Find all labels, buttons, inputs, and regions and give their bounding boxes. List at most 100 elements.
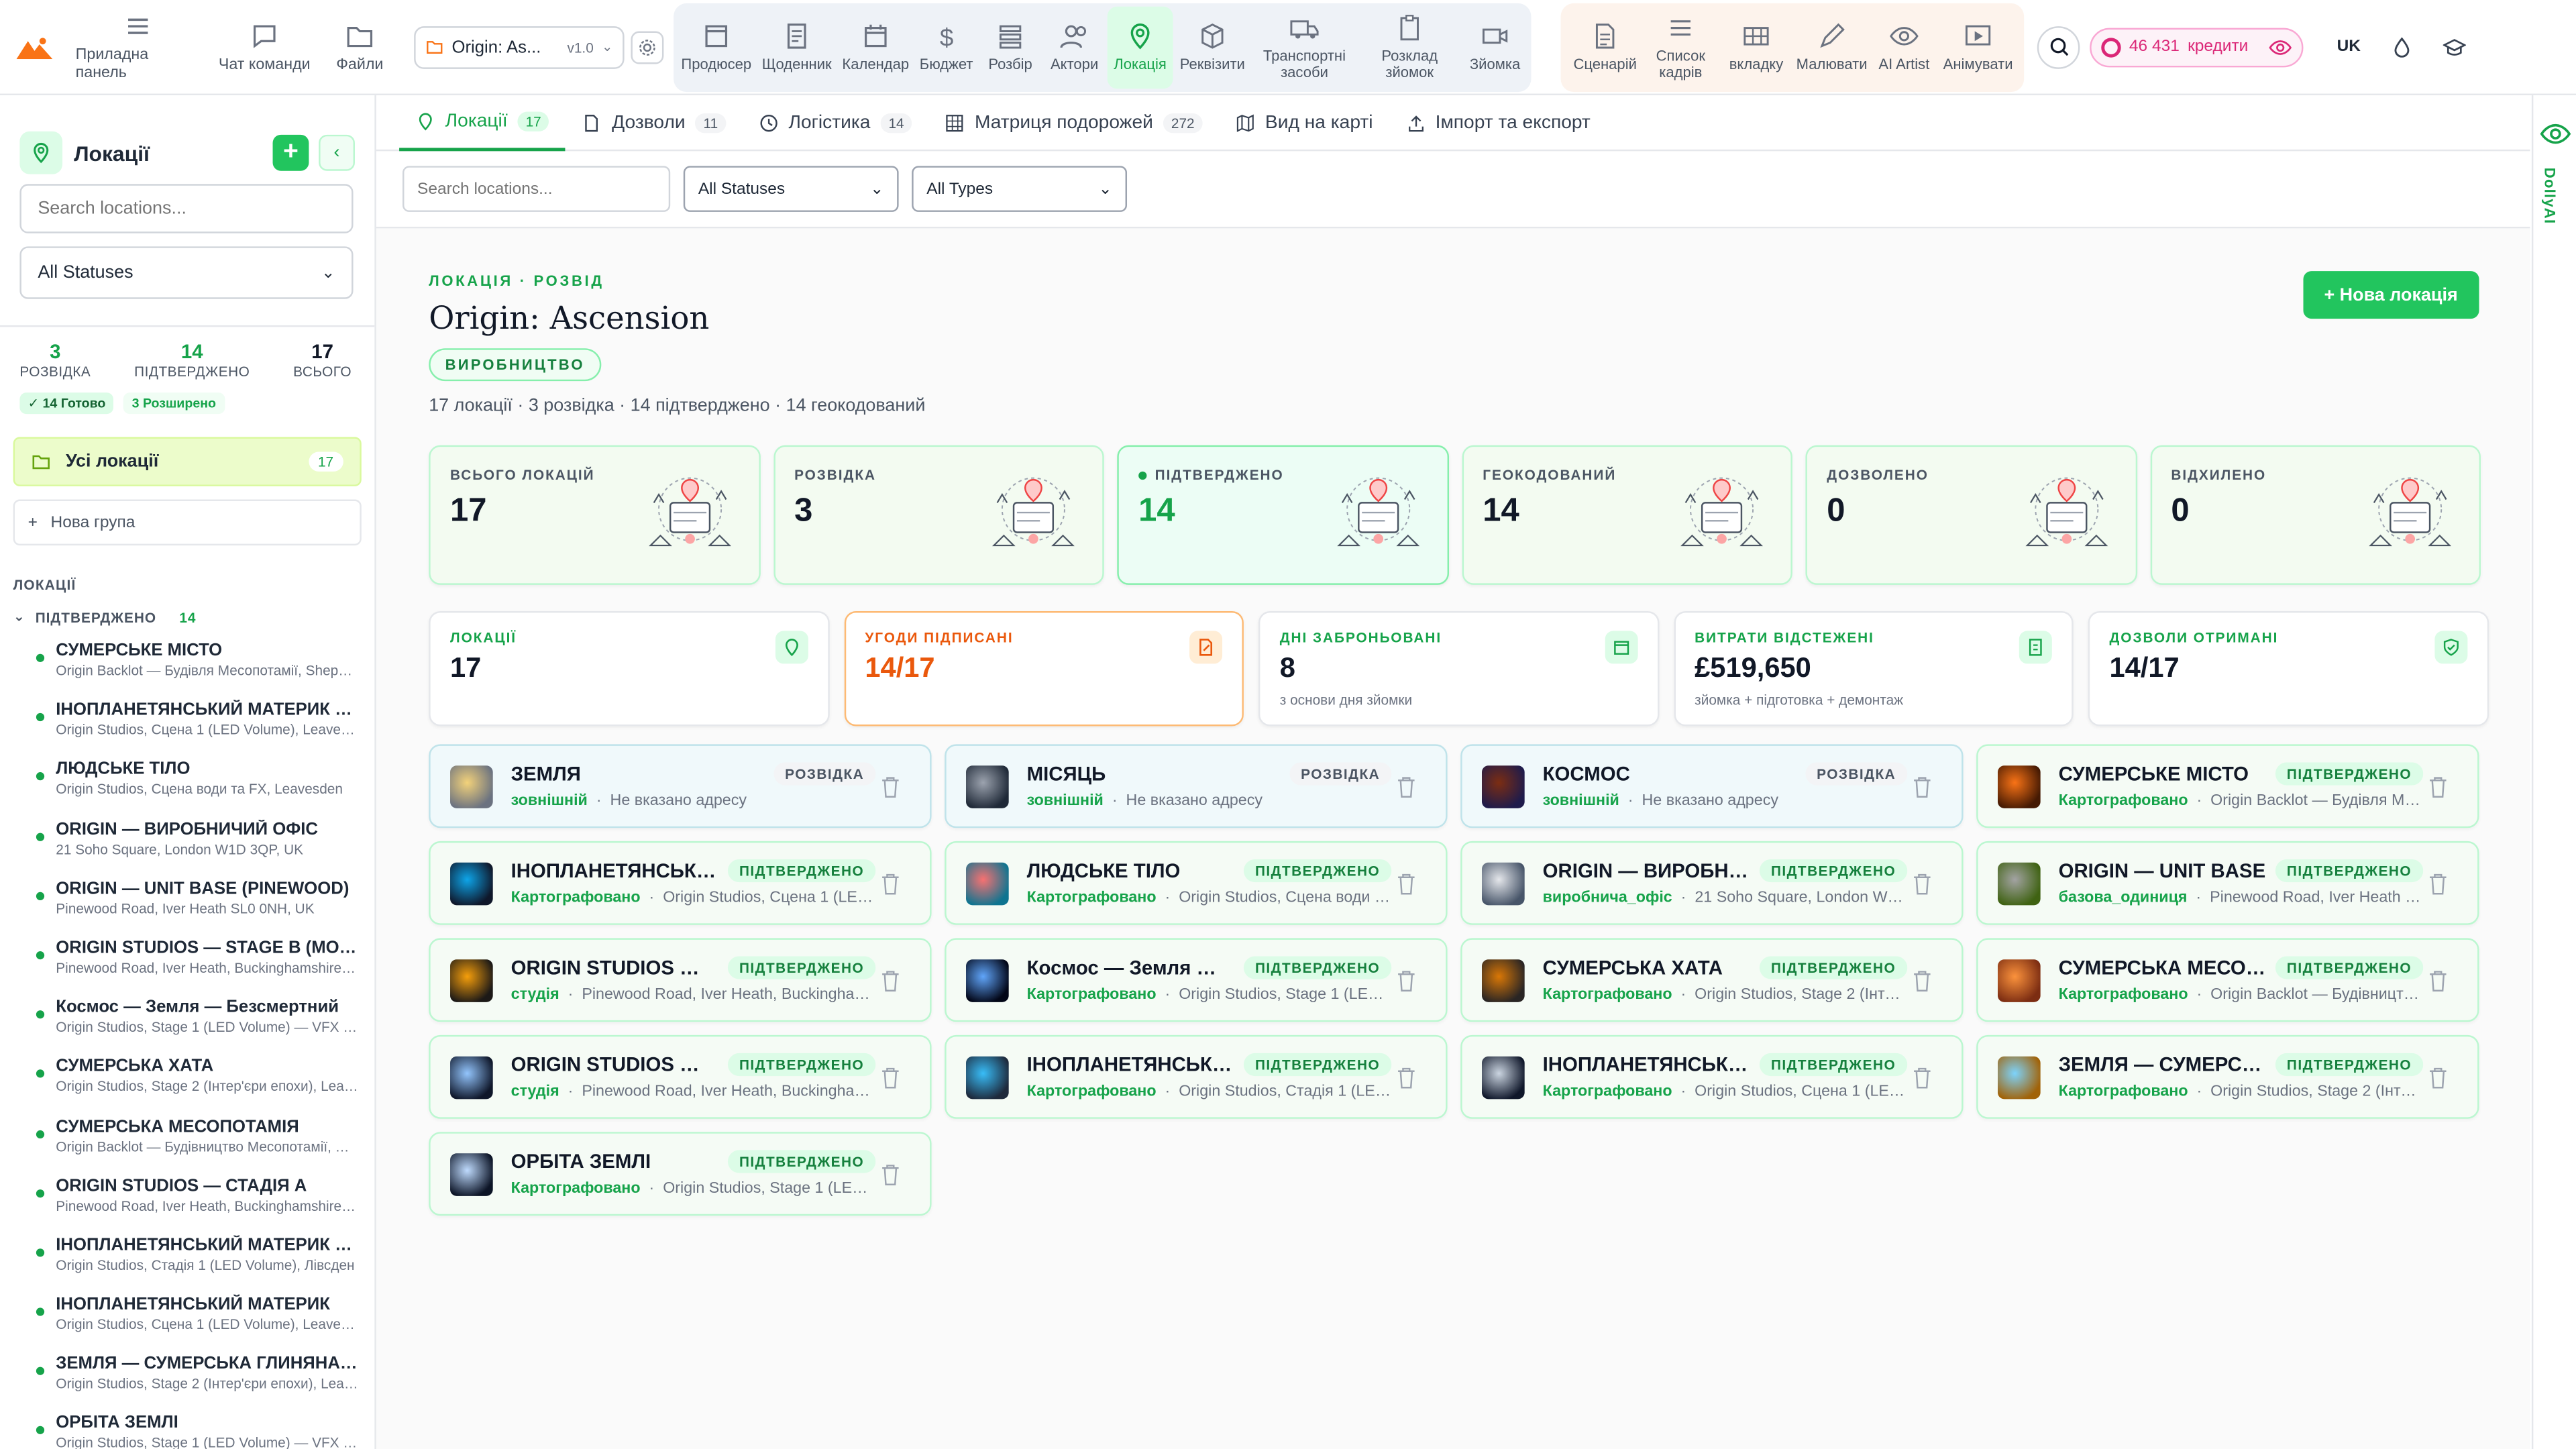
- sidebar-location-item[interactable]: ІНОПЛАНЕТЯНСЬКИЙ МАТЕРИК — ВСЕРЕДИНІOrig…: [0, 1230, 374, 1290]
- location-card[interactable]: ЗЕМЛЯ РОЗВІДКА зовнішній · Не вказано адре…: [429, 744, 932, 828]
- module-shoot[interactable]: Зйомка: [1462, 6, 1528, 88]
- theme-drop-icon[interactable]: [2390, 36, 2413, 58]
- trash-icon[interactable]: [881, 1163, 900, 1186]
- kpi-card[interactable]: ДНІ ЗАБРОНЬОВАНІ 8 з основи дня зйомки: [1258, 611, 1659, 727]
- module-props[interactable]: Реквізити: [1173, 6, 1252, 88]
- sidebar-location-item[interactable]: Космос — Земля — Безсмертний Origin Studi…: [0, 993, 374, 1053]
- tab-permits[interactable]: Дозволи 11: [566, 95, 743, 150]
- tab-travel-matrix[interactable]: Матриця подорожей 272: [928, 95, 1219, 150]
- sidebar-location-item[interactable]: ORIGIN STUDIOS — СТАДІЯ A Pinewood Road, …: [0, 1171, 374, 1230]
- language-switch[interactable]: UK: [2337, 38, 2361, 56]
- all-locations-item[interactable]: Усі локації 17: [13, 437, 362, 486]
- module-producer[interactable]: Продюсер: [677, 6, 756, 88]
- project-settings-button[interactable]: [631, 30, 664, 64]
- trash-icon[interactable]: [2428, 872, 2448, 895]
- location-card[interactable]: СУМЕРСЬКА ХАТА ПІДТВЕРДЖЕНО Картографовано…: [1460, 938, 1964, 1022]
- trash-icon[interactable]: [2428, 775, 2448, 798]
- sidebar-location-item[interactable]: ЗЕМЛЯ — СУМЕРСЬКА ГЛИНЯНА ХАТА Origin Stu…: [0, 1349, 374, 1409]
- stat-card[interactable]: ПІДТВЕРДЖЕНО 14: [1117, 445, 1448, 585]
- logo[interactable]: [0, 0, 69, 95]
- sidebar-location-item[interactable]: ІНОПЛАНЕТЯНСЬКИЙ МАТЕРИК — ЗОВНІOrigin S…: [0, 695, 374, 755]
- location-card[interactable]: ORIGIN STUDIOS — СТАДІЯ A ПІДТВЕРДЖЕНО сту…: [429, 1034, 932, 1119]
- sidebar-location-item[interactable]: СУМЕРСЬКЕ МІСТО Origin Backlot — Будівля …: [0, 636, 374, 696]
- new-group-button[interactable]: + Нова група: [13, 499, 362, 546]
- module-diary[interactable]: Щоденник: [756, 6, 838, 88]
- location-card[interactable]: ОРБІТА ЗЕМЛІ ПІДТВЕРДЖЕНО Картографовано ·…: [429, 1132, 932, 1216]
- global-search-button[interactable]: [2037, 25, 2080, 68]
- kpi-card[interactable]: ВИТРАТИ ВІДСТЕЖЕНІ £519,650 зйомка + підго…: [1673, 611, 2074, 727]
- trash-icon[interactable]: [881, 872, 900, 895]
- trash-icon[interactable]: [1913, 775, 1932, 798]
- tab-map-view[interactable]: Вид на карті: [1219, 95, 1389, 150]
- graduation-cap-icon[interactable]: [2443, 36, 2466, 58]
- sidebar-location-item[interactable]: СУМЕРСЬКА МЕСОПОТАМІЯ Origin Backlot — Бу…: [0, 1112, 374, 1171]
- location-card[interactable]: ЛЮДСЬКЕ ТІЛО ПІДТВЕРДЖЕНО Картографовано ·…: [945, 841, 1448, 925]
- trash-icon[interactable]: [881, 775, 900, 798]
- module-vehicles[interactable]: Транспортні засоби: [1252, 6, 1357, 88]
- trash-icon[interactable]: [1913, 969, 1932, 992]
- stat-card[interactable]: ДОЗВОЛЕНО 0: [1805, 445, 2137, 585]
- module-tab[interactable]: вкладку: [1719, 6, 1794, 88]
- type-filter-select[interactable]: All Types ⌄: [912, 166, 1128, 212]
- trash-icon[interactable]: [2428, 969, 2448, 992]
- location-card[interactable]: ЗЕМЛЯ — СУМЕРСЬКА ГЛИНЯНА ХАТА ПІДТВЕРДЖЕ…: [1976, 1034, 2479, 1119]
- stat-total[interactable]: 17 ВСЬОГО: [293, 340, 352, 380]
- module-shot-list[interactable]: Список кадрів: [1643, 6, 1719, 88]
- location-card[interactable]: МІСЯЦЬ РОЗВІДКА зовнішній · Не вказано адр…: [945, 744, 1448, 828]
- status-filter-select[interactable]: All Statuses ⌄: [683, 166, 899, 212]
- trash-icon[interactable]: [881, 1066, 900, 1089]
- tab-import-export[interactable]: Імпорт та експорт: [1389, 95, 1607, 150]
- location-card[interactable]: КОСМОС РОЗВІДКА зовнішній · Не вказано адр…: [1460, 744, 1964, 828]
- sidebar-location-item[interactable]: СУМЕРСЬКА ХАТА Origin Studios, Stage 2 (І…: [0, 1052, 374, 1112]
- module-breakdown[interactable]: Розбір: [979, 6, 1042, 88]
- sidebar-location-item[interactable]: ORIGIN — ВИРОБНИЧИЙ ОФІС 21 Soho Square, …: [0, 814, 374, 874]
- new-location-button[interactable]: + Нова локація: [2302, 271, 2479, 319]
- module-cast[interactable]: Актори: [1042, 6, 1108, 88]
- location-card[interactable]: Космос — Земля — Безсмертний ПІДТВЕРДЖЕНО…: [945, 938, 1448, 1022]
- project-selector[interactable]: Origin: As... v1.0 ⌄: [414, 25, 625, 68]
- collapse-sidebar-button[interactable]: ‹: [319, 134, 355, 171]
- locations-search-input[interactable]: [402, 166, 671, 212]
- kpi-card[interactable]: ЛОКАЦІЇ 17: [429, 611, 829, 727]
- nav-dashboard[interactable]: Приладна панель: [69, 6, 207, 88]
- nav-team-chat[interactable]: Чат команди: [207, 6, 322, 88]
- stat-scouting[interactable]: 3 РОЗВІДКА: [19, 340, 91, 380]
- trash-icon[interactable]: [1397, 775, 1416, 798]
- sidebar-location-item[interactable]: ІНОПЛАНЕТЯНСЬКИЙ МАТЕРИК Origin Studios, …: [0, 1290, 374, 1350]
- trash-icon[interactable]: [1397, 969, 1416, 992]
- tab-locations[interactable]: Локації 17: [399, 95, 566, 151]
- module-locations[interactable]: Локація: [1107, 5, 1173, 89]
- module-animate[interactable]: Анімувати: [1939, 6, 2018, 88]
- location-card[interactable]: ORIGIN — UNIT BASE ПІДТВЕРДЖЕНО базова_оди…: [1976, 841, 2479, 925]
- stat-card[interactable]: ВСЬОГО ЛОКАЦІЙ 17: [429, 445, 760, 585]
- trash-icon[interactable]: [1397, 1066, 1416, 1089]
- module-shooting-schedule[interactable]: Розклад зйомок: [1357, 6, 1462, 88]
- module-calendar[interactable]: Календар: [838, 6, 914, 88]
- ready-chip[interactable]: ✓ 14 Готово: [19, 392, 114, 415]
- module-draw[interactable]: Малювати: [1794, 6, 1870, 88]
- kpi-card[interactable]: УГОДИ ПІДПИСАНІ 14/17: [843, 611, 1244, 727]
- sidebar-search-input[interactable]: [19, 184, 354, 233]
- location-card[interactable]: ІНОПЛАНЕТЯНСЬКИЙ МАТЕРИК — ВСЕРЕДИНІ ПІДТ…: [945, 1034, 1448, 1119]
- tab-logistics[interactable]: Логістика 14: [743, 95, 928, 150]
- trash-icon[interactable]: [1913, 872, 1932, 895]
- trash-icon[interactable]: [1397, 872, 1416, 895]
- module-script[interactable]: Сценарій: [1567, 6, 1643, 88]
- add-location-button[interactable]: +: [272, 134, 309, 171]
- sidebar-status-select[interactable]: All Statuses ⌄: [19, 246, 354, 299]
- sidebar-location-item[interactable]: ОРБІТА ЗЕМЛІ Origin Studios, Stage 1 (LED…: [0, 1409, 374, 1449]
- nav-files[interactable]: Файли: [322, 6, 398, 88]
- expanded-chip[interactable]: 3 Розширено: [123, 392, 225, 415]
- stat-card[interactable]: ВІДХИЛЕНО 0: [2149, 445, 2481, 585]
- location-card[interactable]: ІНОПЛАНЕТЯНСЬКИЙ МАТЕРИК ПІДТВЕРДЖЕНО Карт…: [429, 841, 932, 925]
- sidebar-location-item[interactable]: ORIGIN — UNIT BASE (PINEWOOD) Pinewood Ro…: [0, 873, 374, 933]
- module-budget[interactable]: $ Бюджет: [914, 6, 979, 88]
- location-card[interactable]: СУМЕРСЬКЕ МІСТО ПІДТВЕРДЖЕНО Картографован…: [1976, 744, 2479, 828]
- location-card[interactable]: ORIGIN STUDIOS — STAGE B ПІДТВЕРДЖЕНО студ…: [429, 938, 932, 1022]
- module-ai-artist[interactable]: AI Artist: [1870, 6, 1939, 88]
- trash-icon[interactable]: [1913, 1066, 1932, 1089]
- trash-icon[interactable]: [881, 969, 900, 992]
- location-card[interactable]: ІНОПЛАНЕТЯНСЬКИЙ МАТЕРИК ПІДТВЕРДЖЕНО Карт…: [1460, 1034, 1964, 1119]
- stat-card[interactable]: РОЗВІДКА 3: [773, 445, 1104, 585]
- location-card[interactable]: СУМЕРСЬКА МЕСОПОТАМІЯ ПІДТВЕРДЖЕНО Картогр…: [1976, 938, 2479, 1022]
